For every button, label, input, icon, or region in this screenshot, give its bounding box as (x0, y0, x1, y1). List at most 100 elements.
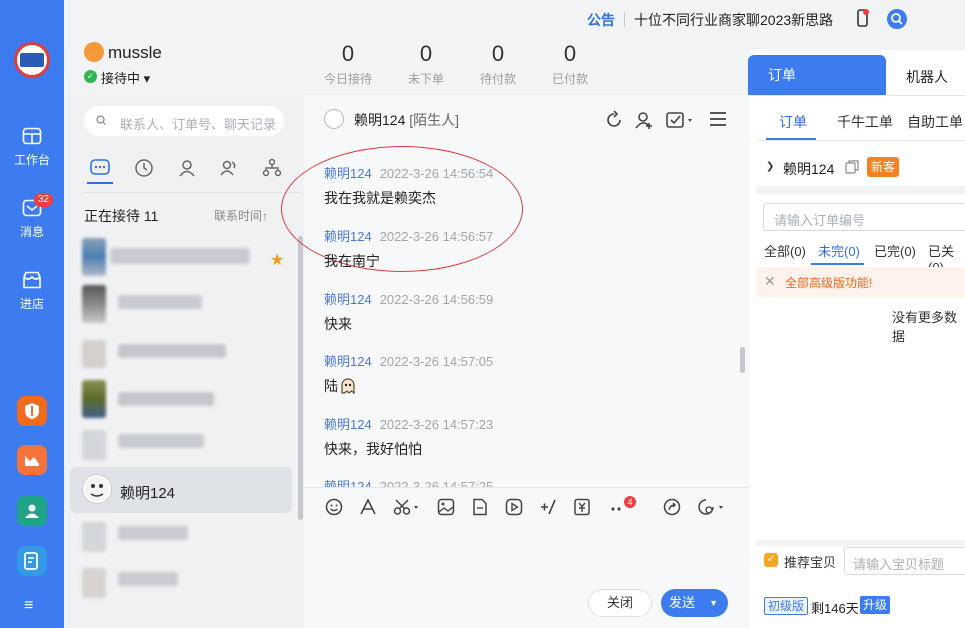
stat-not-ordered[interactable]: 0 未下单 (391, 40, 461, 87)
contact-search-placeholder: 联系人、订单号、聊天记录 (120, 117, 277, 132)
task-check-icon[interactable] (665, 110, 695, 130)
video-icon[interactable] (505, 498, 523, 516)
stat-label: 今日接待 (323, 72, 372, 86)
share-icon[interactable] (663, 498, 681, 516)
warning-text[interactable]: 全部高级版功能! (785, 274, 872, 291)
stat-paid[interactable]: 0 已付款 (535, 40, 605, 87)
user-avatar[interactable] (84, 42, 104, 62)
subtab-orders[interactable]: 订单 (779, 112, 807, 132)
tab-chats-icon[interactable] (89, 158, 113, 178)
product-title-placeholder: 请输入宝贝标题 (853, 557, 945, 572)
subtab-qianniu-tickets[interactable]: 千牛工单 (837, 112, 893, 132)
subtab-self-service-tickets[interactable]: 自助工单 (907, 112, 963, 132)
contact-row[interactable] (70, 283, 292, 329)
filter-unfinished[interactable]: 未完(0) (818, 241, 860, 260)
chart-app-icon[interactable] (17, 445, 47, 475)
message-sender[interactable]: 赖明124 (324, 479, 372, 487)
notes-app-icon[interactable] (17, 546, 47, 576)
message-text[interactable]: 快来，我好怕怕 (324, 439, 422, 459)
message-meta: 赖明124 2022-3-26 14:57:23 (324, 414, 493, 433)
emoji-icon[interactable] (325, 498, 343, 516)
message-sender[interactable]: 赖明124 (324, 292, 372, 307)
shield-app-icon[interactable] (17, 396, 47, 426)
message-text[interactable]: 我在我就是赖奕杰 (324, 188, 436, 208)
coupon-icon[interactable] (573, 498, 591, 516)
tab-robot[interactable]: 机器人 (906, 67, 948, 87)
screenshot-icon[interactable] (393, 498, 421, 516)
chat-menu-icon[interactable] (709, 110, 727, 128)
days-remaining: 剩146天 (811, 601, 859, 616)
contacts-app-icon[interactable] (17, 496, 47, 526)
reply-settings-icon[interactable] (697, 498, 727, 516)
recommend-checkbox[interactable]: ✓ (764, 553, 778, 567)
send-options-chevron-icon[interactable]: ▼ (709, 589, 718, 617)
message-text-content: 陆 (324, 378, 338, 394)
tab-orders[interactable]: 订单 (748, 55, 886, 95)
message-text[interactable]: 快来 (324, 314, 352, 334)
tab-history-icon[interactable] (134, 158, 158, 178)
chat-header-avatar (324, 109, 344, 129)
message-meta: 赖明124 2022-3-26 14:57:05 (324, 351, 493, 370)
message-text[interactable]: 陆 (324, 376, 356, 396)
close-icon[interactable]: ✕ (764, 273, 776, 290)
font-icon[interactable] (359, 498, 377, 516)
filter-finished[interactable]: 已完(0) (874, 241, 916, 260)
chat-scrollbar[interactable] (740, 347, 745, 373)
close-chat-button[interactable]: 关闭 (588, 589, 652, 617)
message-sender[interactable]: 赖明124 (324, 229, 372, 244)
sort-dropdown[interactable]: 联系时间↑ (214, 207, 268, 224)
transfer-icon[interactable] (604, 110, 624, 130)
no-more-data-text: 没有更多数据 (892, 310, 958, 344)
assistant-icon[interactable] (886, 8, 908, 30)
message-sender[interactable]: 赖明124 (324, 166, 372, 181)
rail-item-label: 消息 (19, 225, 44, 239)
contact-row[interactable] (70, 378, 292, 424)
phone-icon[interactable] (856, 8, 870, 28)
rail-item-messages[interactable]: 32 消息 (0, 193, 64, 257)
contact-row[interactable] (70, 562, 292, 608)
tab-groups-icon[interactable] (219, 158, 243, 178)
rail-item-label: 进店 (19, 297, 44, 311)
contact-row[interactable] (70, 330, 292, 376)
message-sender[interactable]: 赖明124 (324, 354, 372, 369)
status-check-icon: ✓ (84, 70, 97, 83)
tab-contact-icon[interactable] (177, 158, 201, 178)
search-icon (96, 115, 106, 125)
copy-icon[interactable] (845, 160, 859, 174)
product-title-input[interactable]: 请输入宝贝标题 (844, 547, 965, 575)
add-contact-icon[interactable] (634, 110, 654, 130)
menu-icon[interactable]: ≡ (24, 597, 33, 615)
notice-text[interactable]: 十位不同行业商家聊2023新思路 (634, 10, 833, 30)
file-icon[interactable] (471, 498, 489, 516)
stat-today-served[interactable]: 0 今日接待 (313, 40, 383, 87)
contact-row[interactable] (70, 236, 292, 282)
star-icon[interactable]: ★ (270, 250, 284, 270)
contact-row[interactable] (70, 516, 292, 562)
message-time: 2022-3-26 14:56:59 (379, 292, 494, 307)
order-number-placeholder: 请输入订单编号 (774, 213, 866, 228)
message-meta: 赖明124 2022-3-26 14:57:25 (324, 476, 493, 487)
stat-pending-payment[interactable]: 0 待付款 (463, 40, 533, 87)
contact-search-input[interactable]: 联系人、订单号、聊天记录 (84, 106, 284, 136)
filter-all[interactable]: 全部(0) (764, 241, 806, 260)
contact-list-scrollbar[interactable] (298, 236, 303, 520)
section-divider (756, 540, 965, 546)
ghost-emoji-icon (341, 378, 355, 394)
workbench-icon (22, 127, 42, 145)
status-dropdown[interactable]: 接待中 ▾ (101, 68, 150, 87)
chevron-down-icon[interactable]: ❯ (766, 161, 774, 172)
quick-phrase-icon[interactable] (539, 498, 557, 516)
tab-org-icon[interactable] (262, 158, 286, 178)
message-sender[interactable]: 赖明124 (324, 417, 372, 432)
upgrade-button[interactable]: 升级 (860, 596, 891, 614)
rail-item-workbench[interactable]: 工作台 (0, 127, 64, 185)
rail-item-store[interactable]: 进店 (0, 271, 64, 329)
stat-value: 0 (563, 41, 577, 66)
order-number-input[interactable]: 请输入订单编号 (763, 203, 965, 231)
notice-label[interactable]: 公告 (587, 10, 615, 30)
contact-row[interactable] (70, 424, 292, 470)
message-text[interactable]: 我在南宁 (324, 251, 380, 271)
send-button[interactable]: 发送 ▼ (661, 589, 728, 617)
user-name[interactable]: mussle (108, 43, 162, 63)
image-icon[interactable] (437, 498, 455, 516)
